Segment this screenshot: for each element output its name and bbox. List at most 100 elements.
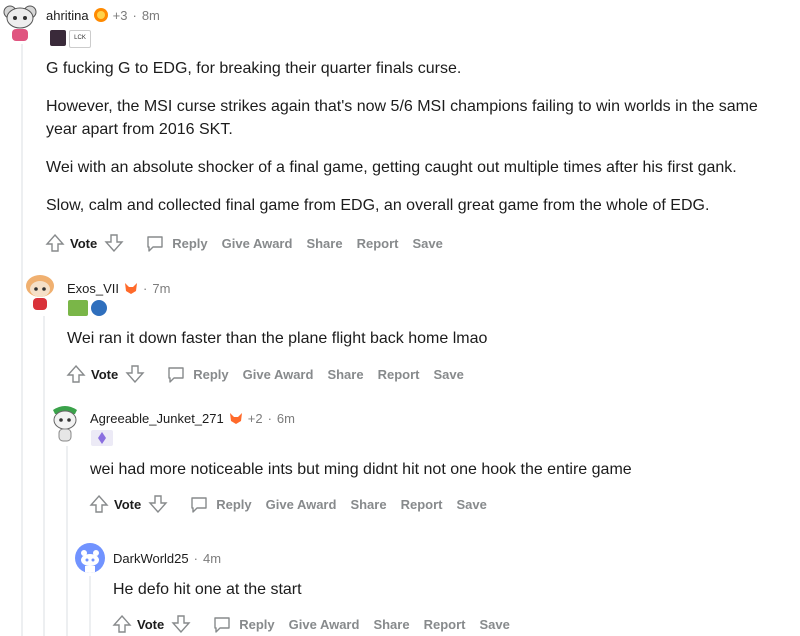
champion-flair-icon bbox=[50, 30, 66, 46]
share-button[interactable]: Share bbox=[327, 367, 363, 382]
team-flair-icon bbox=[68, 300, 88, 316]
upvote-icon bbox=[112, 614, 132, 633]
timestamp[interactable]: 8m bbox=[142, 8, 160, 23]
give-award-button[interactable]: Give Award bbox=[243, 367, 314, 382]
report-button[interactable]: Report bbox=[401, 497, 443, 512]
downvote-button[interactable] bbox=[124, 363, 146, 385]
share-button[interactable]: Share bbox=[373, 617, 409, 632]
reply-label: Reply bbox=[193, 366, 229, 382]
report-button[interactable]: Report bbox=[357, 236, 399, 251]
snoo-avatar-icon bbox=[26, 275, 54, 310]
username[interactable]: Exos_VII bbox=[67, 281, 119, 296]
comment-paragraph: He defo hit one at the start bbox=[113, 581, 302, 598]
comment-actions: Vote Reply Give Award Share Report Save bbox=[44, 232, 443, 254]
vote-label: Vote bbox=[137, 616, 165, 632]
username[interactable]: DarkWorld25 bbox=[113, 551, 189, 566]
comment-paragraph: Wei ran it down faster than the plane fl… bbox=[67, 330, 488, 347]
thread-line[interactable] bbox=[66, 446, 68, 636]
fox-flair-icon[interactable] bbox=[123, 280, 139, 296]
separator-dot: · bbox=[143, 280, 148, 296]
downvote-button[interactable] bbox=[147, 493, 169, 515]
default-snoo-icon bbox=[81, 550, 99, 573]
save-button[interactable]: Save bbox=[479, 617, 509, 632]
give-award-button[interactable]: Give Award bbox=[266, 497, 337, 512]
comment-paragraph: Wei with an absolute shocker of a final … bbox=[46, 159, 737, 176]
reply-button[interactable]: Reply bbox=[145, 233, 208, 253]
avatar[interactable] bbox=[2, 2, 38, 42]
separator-dot: · bbox=[132, 7, 137, 23]
separator-dot: · bbox=[193, 551, 198, 566]
reply-label: Reply bbox=[172, 235, 208, 251]
timestamp[interactable]: 7m bbox=[152, 281, 170, 296]
save-button[interactable]: Save bbox=[412, 236, 442, 251]
comment-actions: Vote Reply Give Award Share Report Save bbox=[65, 363, 464, 385]
upvote-icon bbox=[89, 494, 109, 513]
reply-button[interactable]: Reply bbox=[189, 494, 252, 514]
thread-line[interactable] bbox=[43, 316, 45, 636]
downvote-button[interactable] bbox=[170, 613, 192, 635]
downvote-icon bbox=[104, 234, 124, 253]
give-award-button[interactable]: Give Award bbox=[222, 236, 293, 251]
timestamp[interactable]: 4m bbox=[203, 551, 221, 566]
upvote-icon bbox=[66, 364, 86, 383]
vote-label: Vote bbox=[70, 235, 98, 251]
reply-label: Reply bbox=[239, 616, 275, 632]
user-flairs bbox=[91, 430, 113, 446]
vote-label: Vote bbox=[91, 366, 119, 382]
avatar[interactable] bbox=[22, 272, 58, 312]
comment-paragraph: G fucking G to EDG, for breaking their q… bbox=[46, 60, 462, 77]
upvote-button[interactable] bbox=[88, 493, 110, 515]
thread-line[interactable] bbox=[89, 576, 91, 636]
points-extra: +2 bbox=[247, 410, 263, 426]
comment-body: He defo hit one at the start bbox=[113, 578, 773, 601]
comment-meta: ahritina +3 · 8m bbox=[46, 7, 160, 23]
reply-icon bbox=[168, 367, 184, 383]
downvote-button[interactable] bbox=[103, 232, 125, 254]
thread-line[interactable] bbox=[21, 44, 23, 636]
user-flairs bbox=[68, 300, 107, 316]
report-button[interactable]: Report bbox=[424, 617, 466, 632]
vote-label: Vote bbox=[114, 496, 142, 512]
reply-label: Reply bbox=[216, 496, 252, 512]
share-button[interactable]: Share bbox=[306, 236, 342, 251]
upvote-button[interactable] bbox=[65, 363, 87, 385]
comment-paragraph: However, the MSI curse strikes again tha… bbox=[46, 98, 758, 138]
avatar[interactable] bbox=[75, 543, 105, 573]
comment-body: Wei ran it down faster than the plane fl… bbox=[67, 327, 767, 350]
report-button[interactable]: Report bbox=[378, 367, 420, 382]
upvote-button[interactable] bbox=[111, 613, 133, 635]
reply-icon bbox=[147, 236, 163, 252]
reply-icon bbox=[191, 497, 207, 513]
avatar[interactable] bbox=[47, 402, 83, 442]
share-button[interactable]: Share bbox=[350, 497, 386, 512]
comment-actions: Vote Reply Give Award Share Report Save bbox=[111, 613, 510, 635]
snoo-avatar-icon bbox=[3, 5, 37, 41]
comment-meta: Exos_VII · 7m bbox=[67, 280, 170, 296]
points-extra: +3 bbox=[112, 7, 128, 23]
reply-button[interactable]: Reply bbox=[166, 364, 229, 384]
give-award-button[interactable]: Give Award bbox=[289, 617, 360, 632]
award-icon[interactable] bbox=[93, 7, 109, 23]
comment-paragraph: wei had more noticeable ints but ming di… bbox=[90, 461, 632, 478]
upvote-icon bbox=[45, 233, 65, 252]
timestamp[interactable]: 6m bbox=[277, 411, 295, 426]
crystal-icon bbox=[98, 432, 106, 444]
save-button[interactable]: Save bbox=[456, 497, 486, 512]
downvote-icon bbox=[171, 615, 191, 634]
comment-body: G fucking G to EDG, for breaking their q… bbox=[46, 57, 776, 217]
team-logo-flair-icon bbox=[91, 300, 107, 316]
comment-actions: Vote Reply Give Award Share Report Save bbox=[88, 493, 487, 515]
username[interactable]: Agreeable_Junket_271 bbox=[90, 411, 224, 426]
comment-body: wei had more noticeable ints but ming di… bbox=[90, 458, 780, 481]
crystal-flair-icon bbox=[91, 430, 113, 446]
snoo-avatar-icon bbox=[53, 406, 77, 442]
separator-dot: · bbox=[267, 410, 272, 426]
comment-meta: DarkWorld25 · 4m bbox=[113, 551, 221, 566]
lck-flair-icon: LCK bbox=[69, 30, 91, 48]
username[interactable]: ahritina bbox=[46, 8, 89, 23]
reply-button[interactable]: Reply bbox=[212, 614, 275, 634]
upvote-button[interactable] bbox=[44, 232, 66, 254]
save-button[interactable]: Save bbox=[433, 367, 463, 382]
fox-flair-icon[interactable] bbox=[228, 410, 244, 426]
downvote-icon bbox=[125, 365, 145, 384]
